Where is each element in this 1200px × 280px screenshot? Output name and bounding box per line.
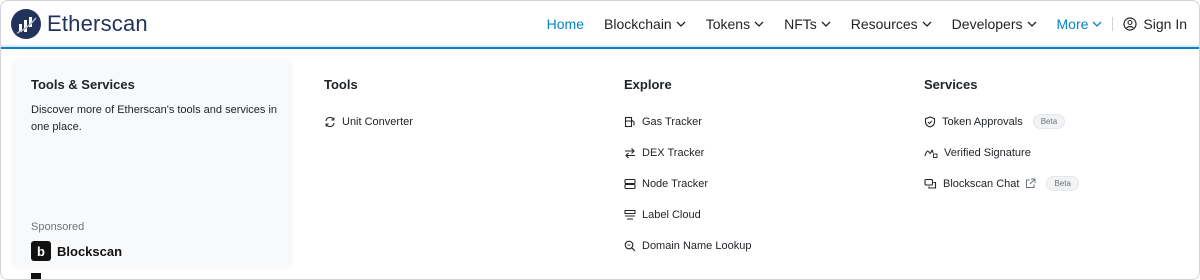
nav-nfts-label: NFTs: [784, 16, 817, 32]
node-tracker-link[interactable]: Node Tracker: [624, 168, 751, 199]
gas-pump-icon: [624, 116, 635, 127]
blockscan-chat-label: Blockscan Chat: [943, 177, 1020, 190]
nav-developers-label: Developers: [951, 16, 1023, 32]
signature-icon: [924, 149, 938, 158]
user-circle-icon: [1123, 17, 1138, 31]
node-tracker-label: Node Tracker: [642, 177, 709, 190]
chat-icon: [924, 178, 937, 189]
refresh-icon: [325, 116, 335, 127]
nav-nfts[interactable]: NFTs: [784, 16, 831, 32]
main-nav: Home Blockchain Tokens NFTs Resources De…: [527, 1, 1187, 47]
chevron-down-icon: [754, 21, 764, 27]
blockscan-name: Blockscan: [57, 243, 123, 259]
nav-tokens[interactable]: Tokens: [706, 16, 764, 32]
nav-divider: [1112, 17, 1114, 31]
nav-blockchain[interactable]: Blockchain: [604, 16, 686, 32]
shield-icon: [924, 115, 936, 128]
services-title: Services: [924, 77, 978, 92]
dex-tracker-label: DEX Tracker: [642, 146, 705, 159]
card-description: Discover more of Etherscan's tools and s…: [31, 104, 278, 133]
verified-signature-label: Verified Signature: [944, 146, 1031, 159]
domain-name-lookup-label: Domain Name Lookup: [642, 239, 752, 252]
chevron-down-icon: [1027, 21, 1036, 27]
etherscan-logo-icon: [11, 9, 41, 39]
blockscan-logo-icon: b: [31, 241, 51, 261]
domain-name-lookup-link[interactable]: Domain Name Lookup: [624, 230, 751, 261]
blockscan-chat-link[interactable]: Blockscan Chat Beta: [924, 168, 1079, 199]
nav-home-label: Home: [546, 16, 585, 32]
nav-developers[interactable]: Developers: [952, 16, 1037, 32]
sign-in-label: Sign In: [1143, 16, 1187, 32]
chevron-down-icon: [821, 21, 831, 27]
token-approvals-link[interactable]: Token Approvals Beta: [924, 106, 1079, 137]
sign-in-button[interactable]: Sign In: [1123, 16, 1187, 32]
page-frame: Etherscan Home Blockchain Tokens NFTs Re…: [0, 0, 1200, 280]
label-cloud-link[interactable]: Label Cloud: [624, 199, 751, 230]
chevron-down-icon: [676, 21, 686, 27]
label-cloud-label: Label Cloud: [642, 208, 701, 221]
nav-more[interactable]: More: [1057, 16, 1103, 32]
beta-badge: Beta: [1032, 114, 1066, 129]
tools-title: Tools: [324, 77, 358, 92]
top-navbar: Etherscan Home Blockchain Tokens NFTs Re…: [1, 1, 1199, 47]
verified-signature-link[interactable]: Verified Signature: [924, 137, 1079, 168]
blockscan-sponsor-link[interactable]: b Blockscan: [31, 241, 122, 261]
tools-services-card: Tools & Services Discover more of Ethers…: [11, 59, 293, 269]
unit-converter-label: Unit Converter: [342, 115, 413, 128]
chevron-down-icon: [922, 21, 932, 27]
services-column: Services Token Approvals Beta Verified S…: [924, 77, 1079, 199]
token-approvals-label: Token Approvals: [942, 115, 1023, 128]
gas-tracker-label: Gas Tracker: [642, 115, 702, 128]
swap-arrows-icon: [625, 147, 635, 158]
gas-tracker-link[interactable]: Gas Tracker: [624, 106, 751, 137]
explore-title: Explore: [624, 77, 672, 92]
magnifier-icon: [624, 240, 636, 251]
brand-link[interactable]: Etherscan: [11, 9, 148, 39]
page-content-edge: [31, 273, 41, 279]
brand-name: Etherscan: [47, 11, 148, 36]
nav-blockchain-label: Blockchain: [604, 16, 672, 32]
beta-badge: Beta: [1046, 176, 1079, 191]
more-mega-menu: Tools & Services Discover more of Ethers…: [1, 49, 1199, 279]
external-link-icon: [1026, 178, 1036, 188]
explore-column: Explore Gas Tracker DEX Tracker Node Tra…: [624, 77, 751, 261]
nav-resources-label: Resources: [850, 16, 918, 32]
dex-tracker-link[interactable]: DEX Tracker: [624, 137, 751, 168]
nav-more-label: More: [1056, 16, 1089, 32]
tags-icon: [624, 209, 636, 219]
server-icon: [624, 178, 636, 189]
nav-home[interactable]: Home: [547, 16, 584, 32]
unit-converter-link[interactable]: Unit Converter: [324, 106, 413, 137]
chevron-down-icon: [1092, 21, 1102, 27]
sponsored-label: Sponsored: [31, 221, 85, 233]
nav-resources[interactable]: Resources: [851, 16, 932, 32]
card-title: Tools & Services: [31, 77, 135, 92]
tools-column: Tools Unit Converter: [324, 77, 413, 137]
nav-tokens-label: Tokens: [705, 16, 751, 32]
